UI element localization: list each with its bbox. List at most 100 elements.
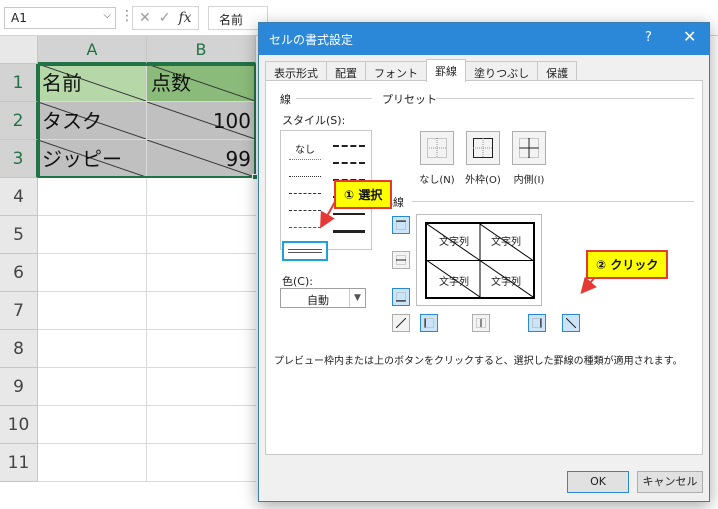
border-top-button[interactable] [392, 216, 410, 234]
tab-protection[interactable]: 保護 [537, 61, 578, 81]
cell-b1[interactable]: 点数 [147, 64, 256, 102]
tab-fill[interactable]: 塗りつぶし [465, 61, 539, 81]
row-header-4[interactable]: 4 [0, 178, 38, 216]
border-right-icon [532, 318, 542, 328]
border-bottom-button[interactable] [392, 288, 410, 306]
empty-cells[interactable] [38, 178, 256, 482]
border-inside-vertical-icon [476, 318, 486, 328]
line-style-dash-dot[interactable] [289, 210, 321, 211]
cell-a1-text: 名前 [42, 71, 82, 95]
border-bottom-icon [396, 292, 406, 302]
line-style-medium[interactable] [333, 213, 365, 215]
border-inside-horizontal-button[interactable] [392, 251, 410, 269]
description-text: プレビュー枠内または上のボタンをクリックすると、選択した罫線の種類が適用されます… [274, 356, 683, 367]
color-value: 自動 [307, 294, 329, 307]
cancel-button[interactable]: キャンセル [637, 471, 703, 493]
chevron-down-icon[interactable]: ⌵ [103, 10, 111, 21]
line-style-hair[interactable] [289, 159, 321, 160]
preset-none-label[interactable]: なし(N) [412, 171, 462, 186]
preset-inside-icon [519, 138, 539, 158]
border-diagonal-down-button[interactable] [562, 314, 580, 332]
callout-click: ② クリック [586, 250, 669, 279]
insert-function-icon[interactable]: fx [178, 10, 191, 26]
preset-group-label: プリセット [382, 93, 437, 106]
line-style-thick[interactable] [333, 230, 365, 233]
line-group-label: 線 [280, 93, 291, 106]
tab-number-format[interactable]: 表示形式 [265, 61, 327, 81]
preset-outline-button[interactable] [466, 131, 500, 165]
preview-text: 文字列 [491, 277, 521, 288]
style-none-label[interactable]: なし [295, 141, 315, 156]
preview-text: 文字列 [491, 237, 521, 248]
line-style-medium-dash-dot-dot[interactable] [333, 145, 365, 147]
row-header-9[interactable]: 9 [0, 368, 38, 406]
border-right-button[interactable] [528, 314, 546, 332]
preview-text: 文字列 [439, 237, 469, 248]
formula-buttons: ✕ ✓ fx [132, 6, 199, 30]
cell-a2[interactable]: タスク [38, 102, 147, 140]
row-header-8[interactable]: 8 [0, 330, 38, 368]
column-header-a[interactable]: A [38, 36, 147, 64]
column-header-b[interactable]: B [147, 36, 256, 64]
color-label: 色(C): [282, 275, 313, 288]
border-inside-horizontal-icon [396, 255, 406, 265]
row-header-1[interactable]: 1 [0, 64, 38, 102]
divider [412, 201, 694, 202]
border-left-button[interactable] [420, 314, 438, 332]
preset-outline-label[interactable]: 外枠(O) [458, 171, 508, 186]
cell-b2[interactable]: 100 [147, 102, 256, 140]
border-top-icon [396, 220, 406, 230]
select-all-corner[interactable] [0, 36, 38, 64]
enter-icon[interactable]: ✓ [159, 10, 171, 26]
double-line-icon [288, 249, 322, 253]
cancel-icon[interactable]: ✕ [139, 10, 151, 26]
tab-font[interactable]: フォント [365, 61, 427, 81]
row-header-2[interactable]: 2 [0, 102, 38, 140]
diagonal-up-icon [396, 318, 406, 328]
line-style-slant-dash-dot[interactable] [333, 162, 365, 164]
cell-b2-text: 100 [212, 109, 251, 133]
divider [296, 98, 372, 99]
preset-outline-icon [473, 138, 493, 158]
close-button[interactable]: ✕ [683, 27, 696, 46]
border-diagonal-up-button[interactable] [392, 314, 410, 332]
tab-border[interactable]: 罫線 [426, 59, 466, 82]
border-preview[interactable]: 文字列 文字列 文字列 文字列 [416, 214, 542, 306]
row-header-10[interactable]: 10 [0, 406, 38, 444]
chevron-down-icon[interactable]: ▼ [349, 289, 365, 307]
preset-inside-label[interactable]: 内側(I) [504, 171, 554, 186]
line-style-double-selected[interactable] [282, 241, 328, 261]
preset-inside-button[interactable] [512, 131, 546, 165]
divider [436, 98, 694, 99]
cell-a1[interactable]: 名前 [38, 64, 147, 102]
preset-none-button[interactable] [420, 131, 454, 165]
style-label: スタイル(S): [282, 114, 346, 127]
row-header-7[interactable]: 7 [0, 292, 38, 330]
cell-b3-text: 99 [225, 147, 251, 171]
dialog-titlebar: セルの書式設定 ? ✕ [259, 23, 709, 55]
line-style-dotted[interactable] [289, 176, 321, 177]
cell-b3[interactable]: 99 [147, 140, 256, 178]
name-box[interactable]: A1 ⌵ [4, 7, 116, 29]
more-icon: ⋮ [120, 8, 134, 24]
ok-button[interactable]: OK [567, 471, 629, 493]
line-style-dash-dot-dot[interactable] [289, 193, 321, 194]
diagonal-down-icon [566, 318, 576, 328]
preview-text: 文字列 [439, 277, 469, 288]
cell-b1-text: 点数 [151, 71, 191, 95]
tab-alignment[interactable]: 配置 [326, 61, 366, 81]
cell-a3[interactable]: ジッピー [38, 140, 147, 178]
cell-a2-text: タスク [42, 109, 102, 133]
border-inside-vertical-button[interactable] [472, 314, 490, 332]
row-header-11[interactable]: 11 [0, 444, 38, 482]
line-style-dashed[interactable] [289, 227, 321, 228]
row-header-3[interactable]: 3 [0, 140, 38, 178]
row-header-6[interactable]: 6 [0, 254, 38, 292]
row-header-5[interactable]: 5 [0, 216, 38, 254]
border-left-icon [424, 318, 434, 328]
help-button[interactable]: ? [645, 30, 652, 45]
preview-frame: 文字列 文字列 文字列 文字列 [425, 222, 535, 299]
color-select[interactable]: 自動 ▼ [280, 288, 366, 308]
preset-none-icon [427, 138, 447, 158]
callout-select: ① 選択 [334, 180, 393, 209]
